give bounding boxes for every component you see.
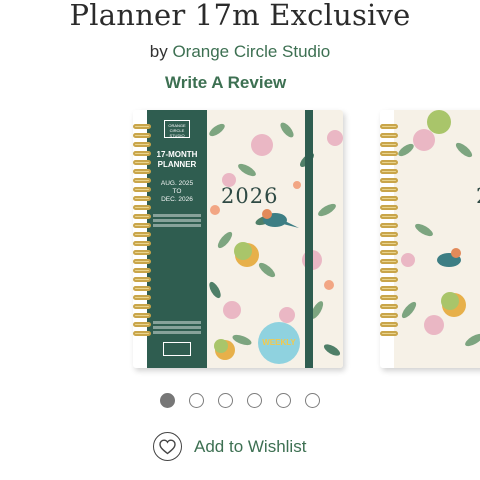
product-image-carousel[interactable]: ORANGE CIRCLE STUDIO 17-MONTH PLANNER AU… xyxy=(0,100,480,382)
carousel-dot-3[interactable] xyxy=(218,393,233,408)
author-link[interactable]: Orange Circle Studio xyxy=(172,42,330,61)
fine-print-bottom xyxy=(153,321,201,334)
byline: by Orange Circle Studio xyxy=(0,42,480,62)
brand-logo: ORANGE CIRCLE STUDIO xyxy=(164,120,190,138)
cover-year: 2026 xyxy=(476,184,480,208)
cover-year: 2026 xyxy=(221,184,279,208)
carousel-dot-1[interactable] xyxy=(160,393,175,408)
planner-date-range: AUG. 2025 TO DEC. 2026 xyxy=(160,180,194,203)
by-label: by xyxy=(149,42,168,61)
product-title: Planner 17m Exclusive xyxy=(69,0,411,32)
product-image-planner-front: ORANGE CIRCLE STUDIO 17-MONTH PLANNER AU… xyxy=(133,110,343,368)
planner-spine-band: ORANGE CIRCLE STUDIO 17-MONTH PLANNER AU… xyxy=(147,110,207,368)
planner-type-label: 17-MONTH PLANNER xyxy=(156,150,198,169)
wishlist-label: Add to Wishlist xyxy=(194,437,307,456)
product-image-planner-next: 2026 xyxy=(380,110,480,368)
carousel-dot-5[interactable] xyxy=(276,393,291,408)
fine-print xyxy=(153,214,201,227)
weekly-badge: WEEKLY xyxy=(258,322,300,364)
spiral-binding xyxy=(380,124,398,358)
spiral-binding xyxy=(133,124,151,358)
carousel-dot-4[interactable] xyxy=(247,393,262,408)
elastic-closure xyxy=(305,110,313,368)
fsc-mark xyxy=(163,342,191,356)
write-review-link[interactable]: Write A Review xyxy=(165,73,286,93)
heart-icon xyxy=(153,432,182,461)
floral-pattern xyxy=(398,110,480,347)
carousel-dot-6[interactable] xyxy=(305,393,320,408)
carousel-dot-2[interactable] xyxy=(189,393,204,408)
floral-cover xyxy=(394,110,480,368)
